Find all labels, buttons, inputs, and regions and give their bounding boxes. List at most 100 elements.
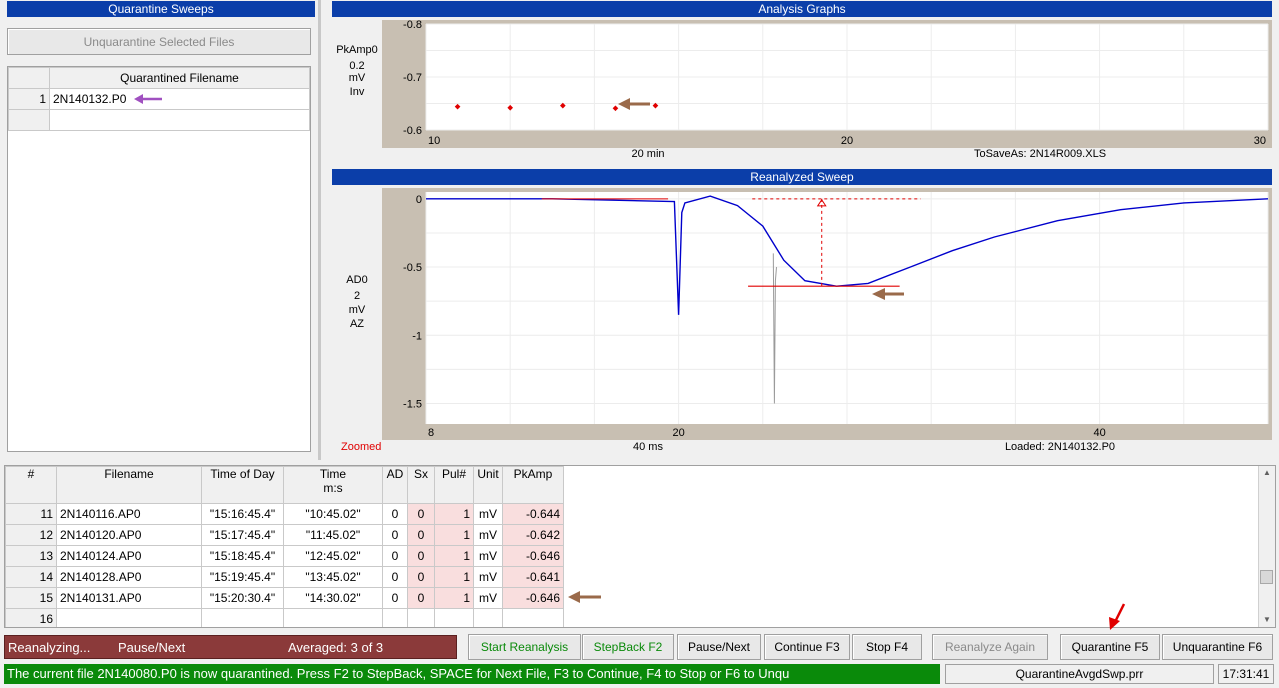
row-unit[interactable]: mV [473,566,503,588]
y-tick-label: -0.5 [403,262,422,274]
row-sx[interactable]: 0 [407,587,435,609]
row-sx[interactable]: 0 [407,545,435,567]
panel-divider[interactable] [318,0,321,460]
row-sx[interactable]: 0 [407,503,435,525]
row-time[interactable]: "10:45.02" [283,503,383,525]
col-header-time[interactable]: Time m:s [283,466,383,504]
row-pul[interactable] [434,608,474,627]
start-reanalysis-button[interactable]: Start Reanalysis [468,634,581,660]
table-row[interactable]: 16 [5,608,564,627]
row-time[interactable] [283,608,383,627]
col-header-filename[interactable]: Filename [56,466,202,504]
unquarantine-button[interactable]: Unquarantine F6 [1162,634,1273,660]
quarantine-row-filename[interactable]: 2N140132.P0 [49,88,310,110]
row-filename[interactable]: 2N140120.AP0 [56,524,202,546]
row-filename[interactable]: 2N140116.AP0 [56,503,202,525]
row-unit[interactable]: mV [473,587,503,609]
row-num[interactable]: 15 [5,587,57,609]
stepback-button[interactable]: StepBack F2 [582,634,674,660]
row-num[interactable]: 11 [5,503,57,525]
row-num[interactable]: 12 [5,524,57,546]
quarantine-button[interactable]: Quarantine F5 [1060,634,1160,660]
row-time-of-day[interactable]: "15:20:30.4" [201,587,284,609]
row-time[interactable]: "12:45.02" [283,545,383,567]
row-filename[interactable]: 2N140124.AP0 [56,545,202,567]
row-filename[interactable] [56,608,202,627]
quarantine-row[interactable] [8,109,310,131]
row-num[interactable]: 13 [5,545,57,567]
row-filename[interactable]: 2N140128.AP0 [56,566,202,588]
table-row[interactable]: 13 2N140124.AP0 "15:18:45.4" "12:45.02" 0 0 1 m… [5,545,564,567]
quarantine-row-filename-text: 2N140132.P0 [53,92,127,106]
scroll-thumb[interactable] [1260,570,1273,584]
table-row[interactable]: 14 2N140128.AP0 "15:19:45.4" "13:45.02" 0 0 1 m… [5,566,564,588]
row-time[interactable]: "14:30.02" [283,587,383,609]
table-row[interactable]: 15 2N140131.AP0 "15:20:30.4" "14:30.02" 0 0 1 m… [5,587,564,609]
row-unit[interactable]: mV [473,545,503,567]
row-time-of-day[interactable]: "15:19:45.4" [201,566,284,588]
row-pkamp[interactable]: -0.646 [502,587,564,609]
col-header-unit[interactable]: Unit [473,466,503,504]
row-sx[interactable]: 0 [407,524,435,546]
sweep-graph[interactable]: 0 -0.5 -1 -1.5 8 20 40 [382,188,1272,440]
stop-button[interactable]: Stop F4 [852,634,922,660]
row-pul[interactable]: 1 [434,524,474,546]
x-tick-label: 20 [841,135,853,147]
status-message: The current file 2N140080.P0 is now quar… [7,666,790,681]
row-time-of-day[interactable]: "15:16:45.4" [201,503,284,525]
row-ad[interactable]: 0 [382,545,408,567]
row-filename[interactable]: 2N140131.AP0 [56,587,202,609]
sweep-footer-right: Loaded: 2N140132.P0 [1004,441,1116,453]
row-ad[interactable] [382,608,408,627]
row-ad[interactable]: 0 [382,524,408,546]
row-pul[interactable]: 1 [434,545,474,567]
table-row[interactable]: 12 2N140120.AP0 "15:17:45.4" "11:45.02" 0 0 1 m… [5,524,564,546]
table-scrollbar[interactable]: ▲ ▼ [1258,466,1275,627]
quarantine-row-filename[interactable] [49,109,310,131]
row-pul[interactable]: 1 [434,503,474,525]
row-pkamp[interactable] [502,608,564,627]
scroll-up-icon[interactable]: ▲ [1259,466,1275,480]
unquarantine-selected-button[interactable]: Unquarantine Selected Files [7,28,311,55]
x-tick-label: 30 [1254,135,1266,147]
table-row[interactable]: 11 2N140116.AP0 "15:16:45.4" "10:45.02" 0 0 1 m… [5,503,564,525]
col-header-ad[interactable]: AD [382,466,408,504]
row-pkamp[interactable]: -0.644 [502,503,564,525]
row-time-of-day[interactable]: "15:17:45.4" [201,524,284,546]
continue-button[interactable]: Continue F3 [764,634,850,660]
row-pul[interactable]: 1 [434,587,474,609]
analysis-scale-label: 0.2 [349,60,365,72]
quarantine-row[interactable]: 1 2N140132.P0 [8,88,310,110]
col-header-time-of-day[interactable]: Time of Day [201,466,284,504]
col-header-pkamp[interactable]: PkAmp [502,466,564,504]
row-num[interactable]: 14 [5,566,57,588]
row-num[interactable]: 16 [5,608,57,627]
col-header-num[interactable]: # [5,466,57,504]
row-pkamp[interactable]: -0.646 [502,545,564,567]
analysis-graph[interactable]: -0.8 -0.7 -0.6 10 20 30 [382,20,1272,148]
row-pul[interactable]: 1 [434,566,474,588]
x-tick-label: 8 [428,427,434,439]
row-sx[interactable] [407,608,435,627]
row-time-of-day[interactable]: "15:18:45.4" [201,545,284,567]
col-header-pul[interactable]: Pul# [434,466,474,504]
row-pkamp[interactable]: -0.641 [502,566,564,588]
red-arrow-icon [1109,603,1126,630]
row-ad[interactable]: 0 [382,566,408,588]
row-time[interactable]: "11:45.02" [283,524,383,546]
pause-next-button[interactable]: Pause/Next [677,634,761,660]
quarantine-row-num [8,109,50,131]
row-pkamp[interactable]: -0.642 [502,524,564,546]
row-unit[interactable] [473,608,503,627]
row-time-of-day[interactable] [201,608,284,627]
col-header-sx[interactable]: Sx [407,466,435,504]
row-time[interactable]: "13:45.02" [283,566,383,588]
row-ad[interactable]: 0 [382,587,408,609]
row-sx[interactable]: 0 [407,566,435,588]
row-unit[interactable]: mV [473,503,503,525]
row-unit[interactable]: mV [473,524,503,546]
x-tick-label: 10 [428,135,440,147]
reanalyze-again-button[interactable]: Reanalyze Again [932,634,1048,660]
row-ad[interactable]: 0 [382,503,408,525]
scroll-down-icon[interactable]: ▼ [1259,613,1275,627]
